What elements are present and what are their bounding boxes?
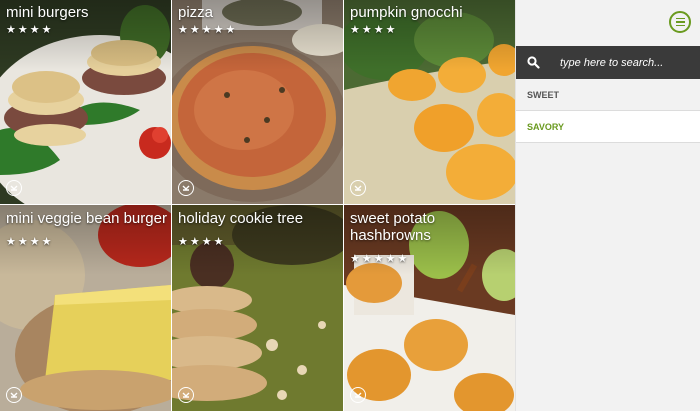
search-input[interactable]	[556, 46, 700, 79]
star-rating: ★★★★★	[178, 24, 238, 36]
download-circle-icon[interactable]	[6, 387, 22, 403]
recipe-tile[interactable]: pumpkin gnocchi ★★★★	[344, 0, 515, 204]
recipe-tile[interactable]: pizza ★★★★★	[172, 0, 343, 204]
recipe-grid: mini burgers ★★★★ pizza ★★★★★ pumpkin gn…	[0, 0, 515, 411]
category-savory[interactable]: SAVORY	[516, 111, 700, 143]
category-sweet[interactable]: SWEET	[516, 79, 700, 111]
sidebar: SWEET SAVORY	[515, 0, 700, 411]
recipe-title: pumpkin gnocchi	[350, 4, 463, 21]
recipe-tile[interactable]: sweet potato hashbrowns ★★★★★	[344, 205, 515, 411]
menu-icon[interactable]	[669, 11, 691, 33]
download-circle-icon[interactable]	[350, 387, 366, 403]
recipe-tile[interactable]: mini burgers ★★★★	[0, 0, 171, 204]
recipe-title: mini veggie bean burger	[6, 210, 167, 227]
recipe-title: holiday cookie tree	[178, 210, 304, 227]
download-circle-icon[interactable]	[178, 387, 194, 403]
search-icon[interactable]	[516, 46, 550, 79]
download-circle-icon[interactable]	[350, 180, 366, 196]
star-rating: ★★★★	[178, 236, 226, 248]
star-rating: ★★★★	[6, 236, 54, 248]
download-circle-icon[interactable]	[178, 180, 194, 196]
download-circle-icon[interactable]	[6, 180, 22, 196]
star-rating: ★★★★★	[350, 253, 410, 265]
star-rating: ★★★★	[350, 24, 398, 36]
recipe-tile[interactable]: mini veggie bean burger ★★★★	[0, 205, 171, 411]
star-rating: ★★★★	[6, 24, 54, 36]
recipe-title: pizza	[178, 4, 214, 21]
recipe-tile[interactable]: holiday cookie tree ★★★★	[172, 205, 343, 411]
search-bar	[516, 46, 700, 79]
recipe-title: sweet potato hashbrowns	[350, 210, 436, 244]
recipe-title: mini burgers	[6, 4, 89, 21]
